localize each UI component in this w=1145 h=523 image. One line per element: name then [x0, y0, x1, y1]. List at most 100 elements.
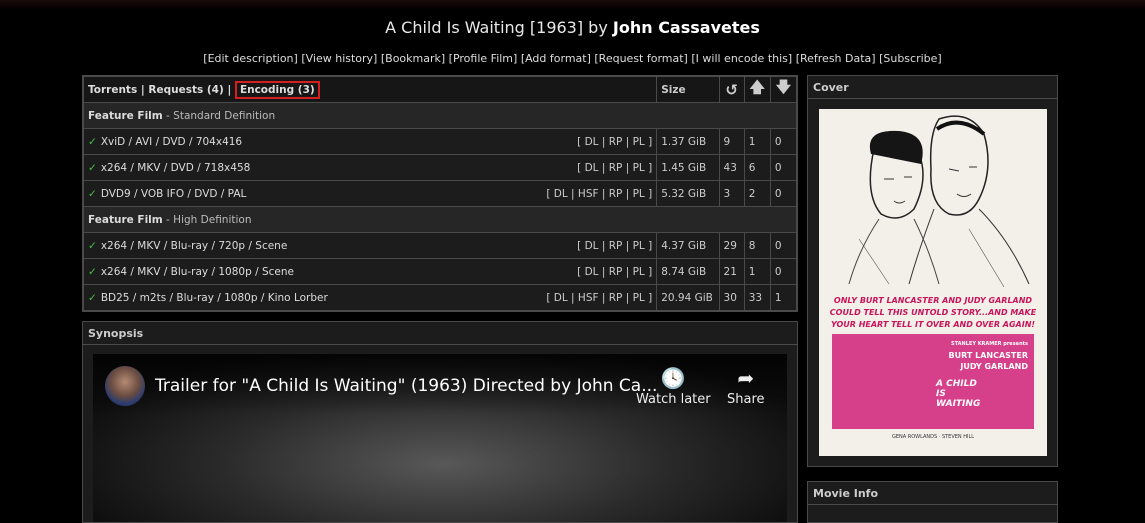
- cover-poster[interactable]: ONLY BURT LANCASTER AND JUDY GARLAND COU…: [819, 109, 1047, 456]
- poster-tagline: ONLY BURT LANCASTER AND JUDY GARLAND COU…: [829, 296, 1037, 329]
- movie-info-panel: Movie Info: [807, 481, 1058, 523]
- torrent-name-link[interactable]: DVD9 / VOB IFO / DVD / PAL: [101, 188, 247, 200]
- table-row: ✓ x264 / MKV / DVD / 718x458 [ DL | RP | P…: [82, 154, 798, 181]
- refresh-icon[interactable]: ↺: [718, 76, 745, 103]
- movie-title: A Child Is Waiting [1963] by: [385, 18, 613, 37]
- arrow-down-icon[interactable]: 🡇: [769, 76, 798, 103]
- table-row: ✓ x264 / MKV / Blu-ray / 720p / Scene [ DL…: [82, 232, 798, 259]
- table-row: ✓ x264 / MKV / Blu-ray / 1080p / Scene [ D…: [82, 258, 798, 285]
- edit-description-link[interactable]: [Edit description]: [203, 52, 298, 65]
- leechers-count: 1: [769, 284, 798, 311]
- seeders-count: 1: [743, 258, 771, 285]
- share-button[interactable]: ➦ Share: [727, 366, 765, 407]
- torrent-size: 1.45 GiB: [656, 154, 720, 181]
- seeders-count: 8: [743, 232, 771, 259]
- group-header-sd: Feature Film - Standard Definition: [83, 102, 797, 129]
- group-label: Feature Film: [88, 109, 163, 122]
- torrent-name-link[interactable]: BD25 / m2ts / Blu-ray / 1080p / Kino Lor…: [101, 292, 328, 304]
- video-title[interactable]: Trailer for "A Child Is Waiting" (1963) …: [155, 376, 657, 396]
- table-row: ✓ BD25 / m2ts / Blu-ray / 1080p / Kino Lo…: [82, 284, 798, 311]
- encode-this-link[interactable]: [I will encode this]: [691, 52, 792, 65]
- poster-presents: STANLEY KRAMER presents: [951, 341, 1028, 347]
- cover-panel: Cover ONLY BURT LANCASTER AND JUDY GARLA…: [807, 75, 1058, 467]
- torrent-size: 1.37 GiB: [656, 128, 720, 155]
- torrent-size: 5.32 GiB: [656, 180, 720, 207]
- seeders-count: 6: [743, 154, 771, 181]
- torrent-name-link[interactable]: x264 / MKV / DVD / 718x458: [101, 162, 251, 174]
- table-row: ✓ XviD / AVI / DVD / 704x416 [ DL | RP | P…: [82, 128, 798, 155]
- watch-later-label: Watch later: [636, 392, 711, 407]
- synopsis-header: Synopsis: [83, 322, 797, 345]
- trailer-video[interactable]: Trailer for "A Child Is Waiting" (1963) …: [93, 354, 787, 522]
- snatched-count: 29: [718, 232, 745, 259]
- synopsis-panel: Synopsis Trailer for "A Child Is Waiting…: [82, 321, 798, 523]
- bookmark-link[interactable]: [Bookmark]: [381, 52, 445, 65]
- checkmark-icon: ✓: [88, 291, 97, 304]
- torrent-size: 4.37 GiB: [656, 232, 720, 259]
- movie-info-header: Movie Info: [808, 482, 1057, 505]
- arrow-up-icon[interactable]: 🡅: [743, 76, 771, 103]
- torrent-name-link[interactable]: x264 / MKV / Blu-ray / 1080p / Scene: [101, 266, 294, 278]
- leechers-count: 0: [769, 258, 798, 285]
- snatched-count: 3: [718, 180, 745, 207]
- tab-bar: Torrents | Requests (4) | Encoding (3): [82, 76, 658, 103]
- leechers-count: 0: [769, 232, 798, 259]
- leechers-count: 0: [769, 154, 798, 181]
- share-icon: ➦: [737, 366, 755, 390]
- torrent-actions[interactable]: [ DL | HSF | RP | PL ]: [546, 188, 652, 200]
- tab-torrents[interactable]: Torrents: [88, 84, 137, 96]
- refresh-data-link[interactable]: [Refresh Data]: [796, 52, 876, 65]
- torrent-table: Torrents | Requests (4) | Encoding (3) S…: [82, 76, 798, 311]
- snatched-count: 21: [718, 258, 745, 285]
- seeders-count: 1: [743, 128, 771, 155]
- request-format-link[interactable]: [Request format]: [594, 52, 687, 65]
- torrent-actions[interactable]: [ DL | RP | PL ]: [577, 136, 652, 148]
- tab-separator: |: [140, 83, 145, 96]
- size-column-header[interactable]: Size: [656, 76, 720, 103]
- share-label: Share: [727, 392, 765, 407]
- view-history-link[interactable]: [View history]: [301, 52, 377, 65]
- torrent-size: 20.94 GiB: [656, 284, 720, 311]
- torrent-table-panel: Torrents | Requests (4) | Encoding (3) S…: [82, 75, 798, 312]
- torrent-actions[interactable]: [ DL | RP | PL ]: [577, 162, 652, 174]
- channel-avatar[interactable]: [105, 366, 145, 406]
- torrent-actions[interactable]: [ DL | RP | PL ]: [577, 240, 652, 252]
- torrent-actions[interactable]: [ DL | HSF | RP | PL ]: [546, 292, 652, 304]
- torrent-name-link[interactable]: XviD / AVI / DVD / 704x416: [101, 136, 242, 148]
- group-sublabel: - Standard Definition: [162, 109, 276, 122]
- torrent-name-link[interactable]: x264 / MKV / Blu-ray / 720p / Scene: [101, 240, 287, 252]
- table-row: ✓ DVD9 / VOB IFO / DVD / PAL [ DL | HSF | …: [82, 180, 798, 207]
- table-header-row: Torrents | Requests (4) | Encoding (3) S…: [82, 76, 798, 103]
- group-label: Feature Film: [88, 213, 163, 226]
- checkmark-icon: ✓: [88, 135, 97, 148]
- tab-encoding[interactable]: Encoding (3): [234, 80, 320, 99]
- director-link[interactable]: John Cassavetes: [613, 18, 760, 37]
- poster-star1: BURT LANCASTER: [948, 351, 1028, 360]
- snatched-count: 9: [718, 128, 745, 155]
- snatched-count: 43: [718, 154, 745, 181]
- checkmark-icon: ✓: [88, 161, 97, 174]
- seeders-count: 33: [743, 284, 771, 311]
- torrent-size: 8.74 GiB: [656, 258, 720, 285]
- seeders-count: 2: [743, 180, 771, 207]
- group-header-hd: Feature Film - High Definition: [83, 206, 797, 233]
- subscribe-link[interactable]: [Subscribe]: [879, 52, 942, 65]
- checkmark-icon: ✓: [88, 187, 97, 200]
- action-links-bar: [Edit description] [View history] [Bookm…: [0, 52, 1145, 65]
- profile-film-link[interactable]: [Profile Film]: [449, 52, 518, 65]
- torrent-actions[interactable]: [ DL | RP | PL ]: [577, 266, 652, 278]
- clock-icon: 🕓: [660, 366, 686, 390]
- leechers-count: 0: [769, 128, 798, 155]
- poster-credits: GENA ROWLANDS · STEVEN HILL: [891, 434, 975, 440]
- tab-requests[interactable]: Requests (4): [148, 84, 223, 96]
- poster-pink-box: STANLEY KRAMER presents BURT LANCASTER J…: [832, 334, 1034, 429]
- add-format-link[interactable]: [Add format]: [521, 52, 591, 65]
- tab-separator: |: [227, 83, 232, 96]
- cover-header: Cover: [808, 76, 1057, 99]
- group-sublabel: - High Definition: [162, 213, 252, 226]
- page-title: A Child Is Waiting [1963] by John Cassav…: [0, 18, 1145, 37]
- top-glow: [0, 0, 1145, 10]
- poster-star2: JUDY GARLAND: [960, 362, 1028, 371]
- leechers-count: 0: [769, 180, 798, 207]
- watch-later-button[interactable]: 🕓 Watch later: [636, 366, 711, 407]
